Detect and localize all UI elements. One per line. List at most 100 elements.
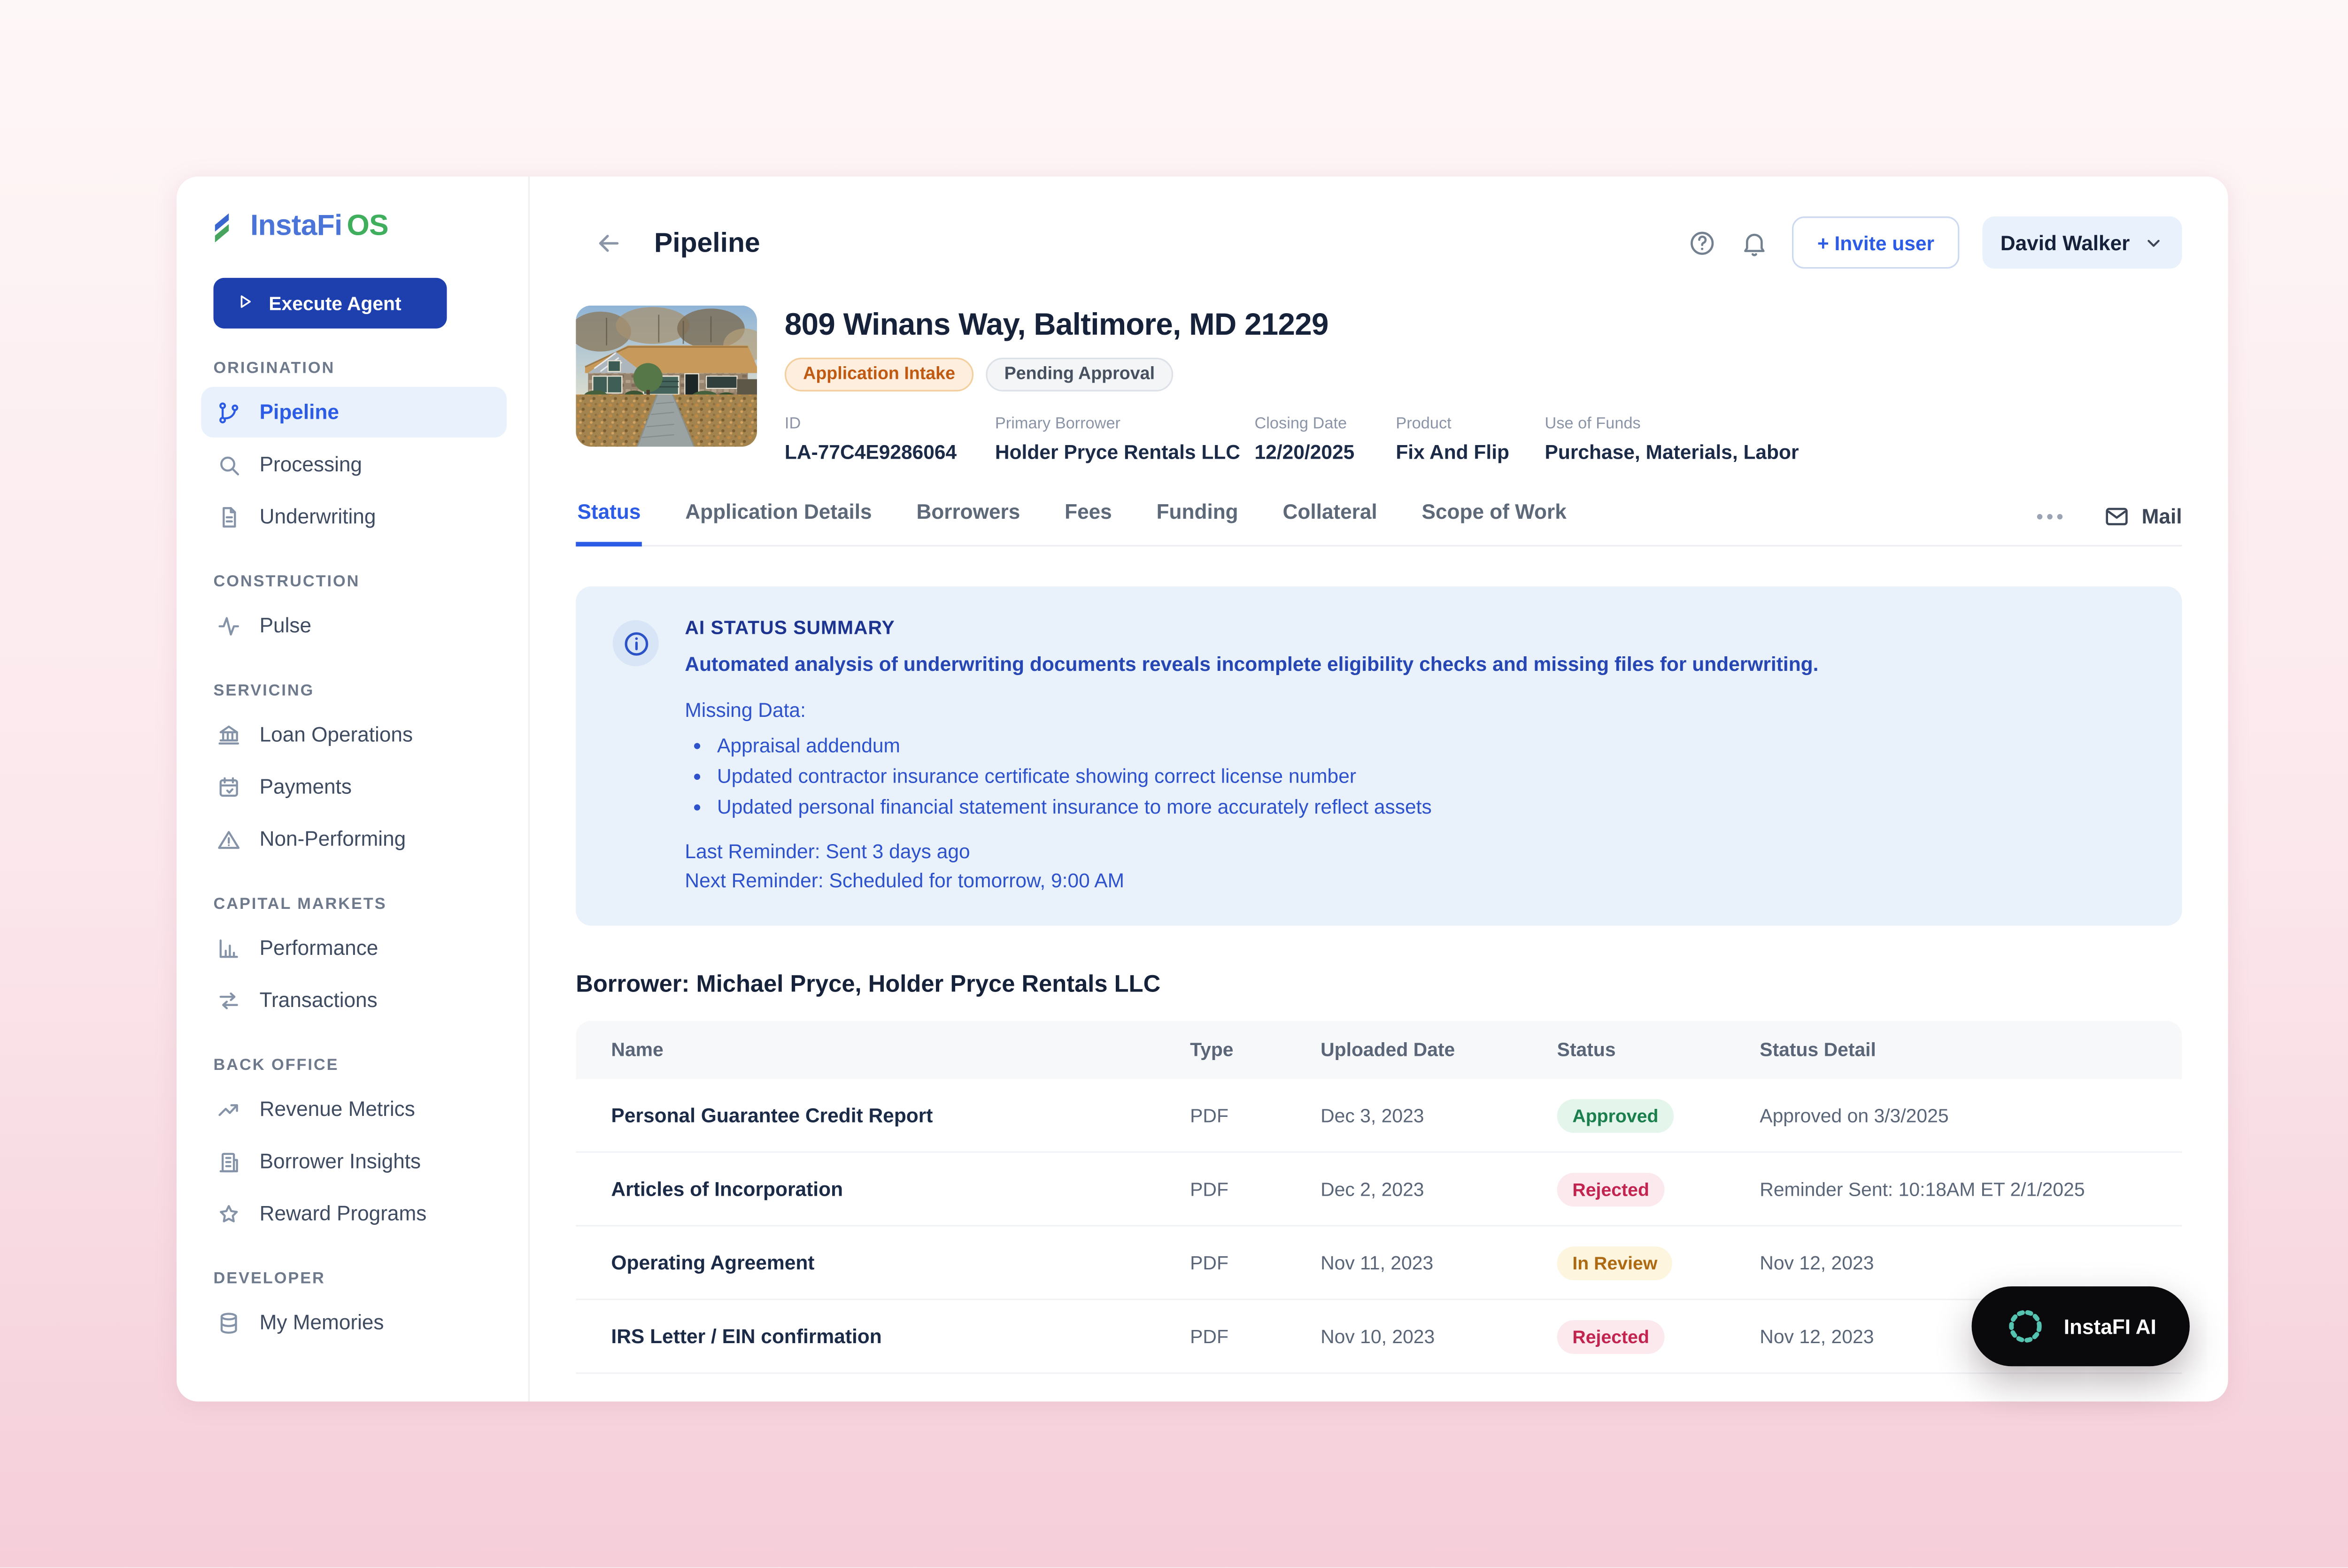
more-actions-button[interactable]: ••• [2036,507,2066,527]
nav-section-label-origination: ORIGINATION [214,359,528,377]
document-status-cell: Approved [1557,1099,1760,1132]
nav-section-label-capital-markets: CAPITAL MARKETS [214,895,528,913]
field-label: ID [785,415,995,433]
document-type: PDF [1190,1326,1321,1347]
mail-icon [2103,504,2130,530]
invite-user-button[interactable]: + Invite user [1793,216,1959,269]
sidebar-item-pulse[interactable]: Pulse [201,600,507,651]
field-label: Product [1396,415,1545,433]
sidebar-item-label: Reward Programs [260,1202,427,1225]
sidebar-item-my-memories[interactable]: My Memories [201,1297,507,1348]
tab-scope-of-work[interactable]: Scope of Work [1420,494,1568,546]
git-branch-icon [216,400,241,424]
info-icon [613,620,659,666]
property-header: 809 Winans Way, Baltimore, MD 21229 Appl… [576,306,2182,464]
tab-bar: Status Application Details Borrowers Fees Fu… [576,494,2182,546]
tab-application-details[interactable]: Application Details [684,494,873,546]
field-id: ID LA-77C4E9286064 [785,415,995,464]
app-window: InstaFiOS Execute Agent ORIGINATION Pipel… [177,177,2228,1401]
missing-data-item: Updated contractor insurance certificate… [717,764,1818,787]
documents-table: Name Type Uploaded Date Status Status De… [576,1021,2182,1374]
sidebar-item-label: Borrower Insights [260,1150,421,1173]
bank-icon [216,722,241,746]
document-type: PDF [1190,1178,1321,1200]
sidebar-item-transactions[interactable]: Transactions [201,975,507,1025]
table-header: Name Type Uploaded Date Status Status De… [576,1021,2182,1079]
column-header-type: Type [1190,1039,1321,1061]
badge-application-intake: Application Intake [785,358,973,392]
document-row-personal-guarantee-credit-report[interactable]: Personal Guarantee Credit ReportPDFDec 3… [576,1079,2182,1153]
missing-data-list: Appraisal addendum Updated contractor ins… [685,734,1818,818]
nav-section-label-construction: CONSTRUCTION [214,573,528,591]
instafi-ai-button[interactable]: InstaFI AI [1972,1286,2190,1366]
brand-logo-icon [214,212,241,242]
sidebar-item-label: Payments [260,775,352,798]
column-header-detail: Status Detail [1760,1039,2182,1061]
swap-icon [216,988,241,1012]
activity-icon [216,613,241,638]
borrower-heading: Borrower: Michael Pryce, Holder Pryce Re… [576,972,2182,999]
brand-name: InstaFiOS [250,210,388,244]
property-photo [576,306,757,447]
document-icon [216,504,241,529]
tab-fees[interactable]: Fees [1063,494,1113,546]
sidebar-item-label: Pulse [260,614,311,637]
missing-data-item: Appraisal addendum [717,734,1818,757]
mail-button[interactable]: Mail [2103,504,2182,530]
sidebar-item-revenue-metrics[interactable]: Revenue Metrics [201,1084,507,1135]
sidebar-nav: ORIGINATION Pipeline ProcessingUnderwritin… [177,359,528,1348]
notifications-icon[interactable] [1740,228,1769,257]
document-uploaded-date: Dec 2, 2023 [1321,1178,1557,1200]
star-icon [216,1201,241,1226]
document-row-articles-of-incorporation[interactable]: Articles of IncorporationPDFDec 2, 2023R… [576,1153,2182,1227]
document-type: PDF [1190,1105,1321,1126]
page: InstaFiOS Execute Agent ORIGINATION Pipel… [0,0,2348,1568]
sidebar-item-label: My Memories [260,1311,384,1334]
sidebar-item-performance[interactable]: Performance [201,922,507,973]
field-value: LA-77C4E9286064 [785,440,995,463]
badge-pending-approval: Pending Approval [986,358,1173,392]
column-header-uploaded: Uploaded Date [1321,1039,1557,1061]
document-uploaded-date: Nov 11, 2023 [1321,1252,1557,1274]
bar-chart-icon [216,936,241,960]
sidebar-item-payments[interactable]: Payments [201,761,507,812]
sidebar-item-non-performing[interactable]: Non-Performing [201,814,507,864]
execute-agent-button[interactable]: Execute Agent [214,278,447,329]
tab-status[interactable]: Status [576,494,642,546]
search-icon [216,452,241,477]
tab-borrowers[interactable]: Borrowers [915,494,1021,546]
column-header-status: Status [1557,1039,1760,1061]
sidebar-item-underwriting[interactable]: Underwriting [201,491,507,542]
sidebar-item-label: Pipeline [260,400,339,423]
top-bar: Pipeline + Invite user David Walker [576,216,2182,269]
help-icon[interactable] [1688,228,1717,257]
field-use-of-funds: Use of FundsPurchase, Materials, Labor [1545,415,1799,464]
sidebar-item-loan-operations[interactable]: Loan Operations [201,709,507,760]
tab-funding[interactable]: Funding [1155,494,1240,546]
page-title: Pipeline [654,226,760,259]
document-row-irs-letter-ein-confirmation[interactable]: IRS Letter / EIN confirmationPDFNov 10, … [576,1300,2182,1374]
back-button[interactable] [594,228,623,257]
status-badges: Application Intake Pending Approval [785,358,1799,392]
user-menu[interactable]: David Walker [1982,216,2182,269]
tab-collateral[interactable]: Collateral [1281,494,1379,546]
sidebar-item-label: Revenue Metrics [260,1098,415,1121]
calendar-check-icon [216,775,241,799]
missing-data-label: Missing Data: [685,699,1818,722]
document-row-operating-agreement[interactable]: Operating AgreementPDFNov 11, 2023In Rev… [576,1227,2182,1300]
field-closing-date: Closing Date12/20/2025 [1255,415,1396,464]
document-uploaded-date: Dec 3, 2023 [1321,1105,1557,1126]
sidebar-item-reward-programs[interactable]: Reward Programs [201,1188,507,1239]
field-product: Product Fix And Flip [1396,415,1545,464]
document-status-cell: In Review [1557,1246,1760,1280]
status-badge: Rejected [1557,1319,1665,1353]
field-value: Fix And Flip [1396,440,1545,463]
sidebar-item-processing[interactable]: Processing [201,439,507,490]
document-status-detail: Nov 12, 2023 [1760,1252,2182,1274]
sidebar-item-label: Transactions [260,989,378,1012]
sidebar-item-borrower-insights[interactable]: Borrower Insights [201,1136,507,1187]
sidebar-item-pipeline[interactable]: Pipeline [201,387,507,438]
user-name: David Walker [2000,231,2130,254]
building-icon [216,1149,241,1174]
column-header-name: Name [576,1039,1190,1061]
